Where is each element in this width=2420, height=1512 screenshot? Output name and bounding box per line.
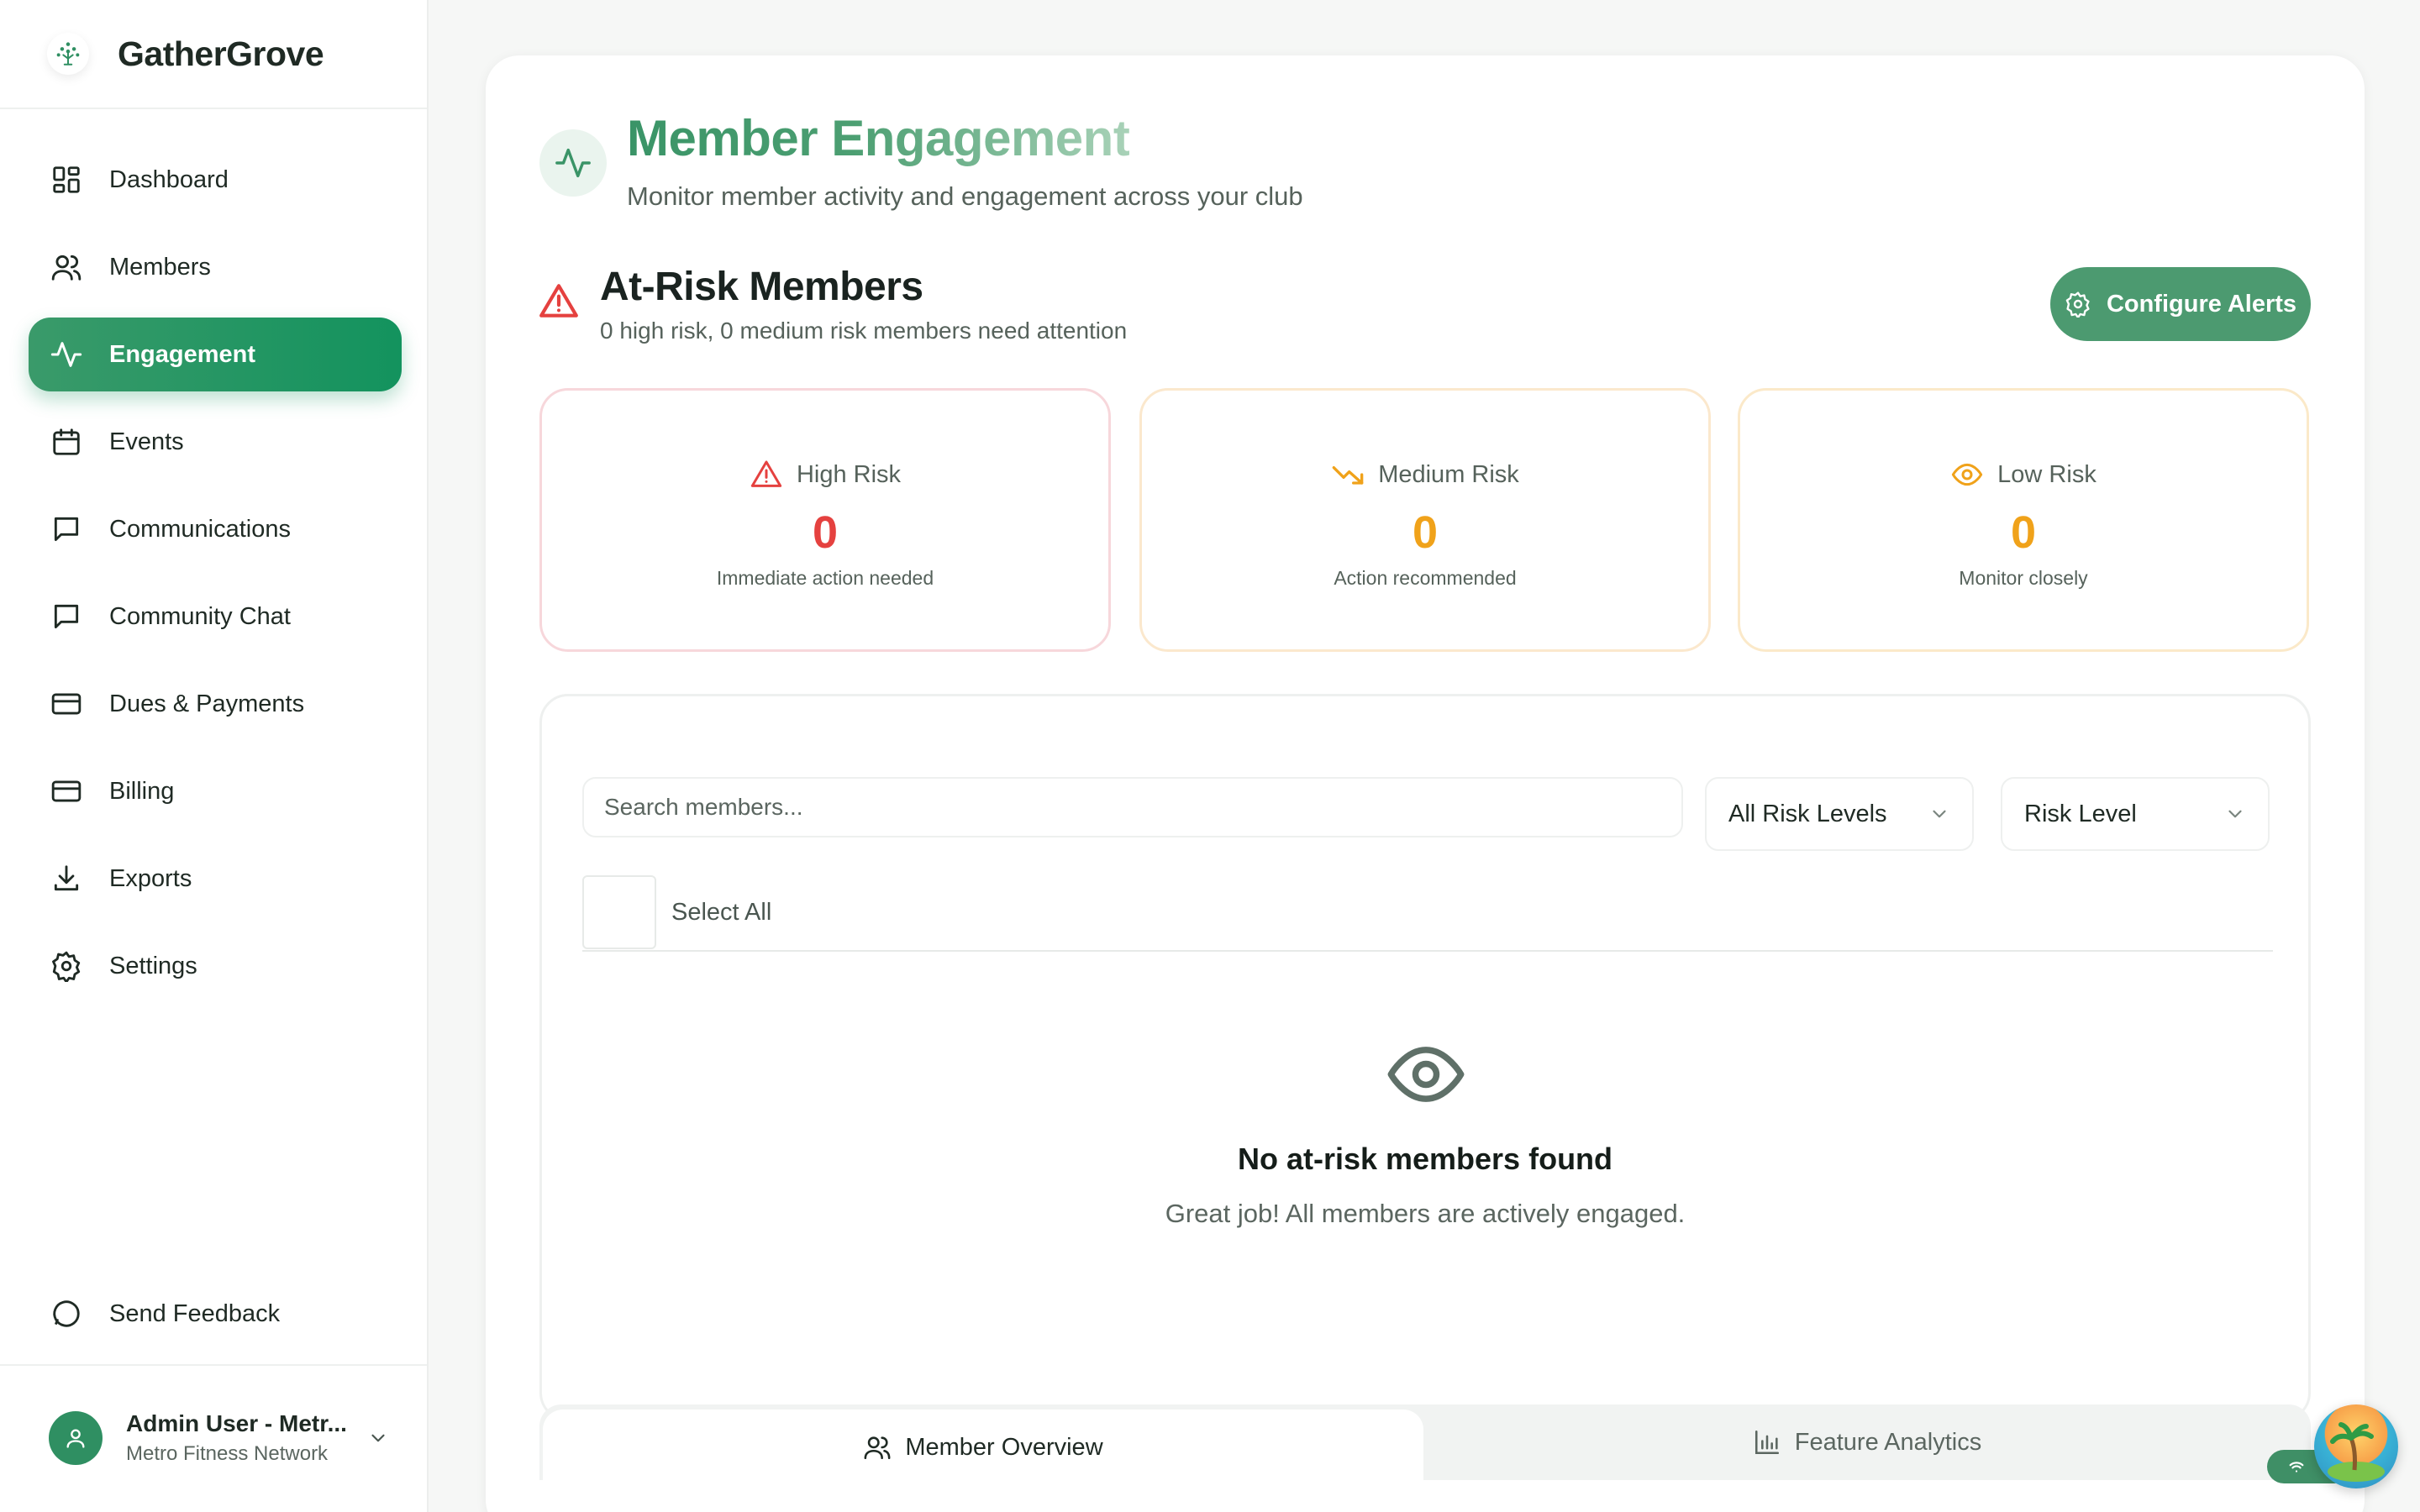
brand-name: GatherGrove [118, 34, 324, 73]
sidebar-divider [0, 1364, 427, 1366]
sidebar-item-engagement[interactable]: Engagement [29, 318, 402, 391]
sidebar-item-settings[interactable]: Settings [29, 929, 402, 1003]
tab-feature-analytics[interactable]: Feature Analytics [1423, 1404, 2311, 1480]
low-risk-card[interactable]: Low Risk 0 Monitor closely [1738, 388, 2309, 652]
stat-header: Low Risk [1950, 458, 2096, 491]
stat-value: 0 [1412, 507, 1439, 558]
select-value: All Risk Levels [1728, 800, 1887, 827]
stat-label: Low Risk [1997, 460, 2096, 488]
send-feedback-label: Send Feedback [109, 1299, 281, 1327]
stat-description: Action recommended [1334, 567, 1517, 589]
message-square-icon [49, 599, 84, 634]
trending-down-icon [1331, 458, 1365, 491]
tab-label: Member Overview [905, 1433, 1103, 1461]
bar-chart-icon [1753, 1428, 1781, 1457]
at-risk-list-panel: All Risk Levels Risk Level Select All No… [539, 694, 2311, 1421]
download-icon [49, 861, 84, 896]
eye-icon [1384, 1032, 1468, 1116]
sidebar-item-communications[interactable]: Communications [29, 492, 402, 566]
search-input[interactable] [582, 777, 1683, 837]
sidebar-item-events[interactable]: Events [29, 405, 402, 479]
sidebar-item-label: Engagement [109, 340, 256, 368]
eye-icon [1950, 458, 1984, 491]
page-subtitle: Monitor member activity and engagement a… [627, 181, 1303, 211]
activity-icon [539, 129, 607, 197]
chevron-down-icon [361, 1421, 395, 1455]
stat-description: Immediate action needed [716, 567, 934, 589]
sidebar-item-dashboard[interactable]: Dashboard [29, 143, 402, 217]
dashboard-icon [49, 162, 84, 197]
stat-header: High Risk [750, 458, 901, 491]
configure-alerts-label: Configure Alerts [2106, 290, 2297, 318]
message-circle-icon [49, 1296, 84, 1331]
sidebar-item-label: Community Chat [109, 602, 291, 630]
avatar [49, 1411, 103, 1465]
user-org: Metro Fitness Network [126, 1442, 329, 1465]
select-all-label[interactable]: Select All [671, 899, 771, 927]
tree-logo-icon [47, 33, 89, 75]
stat-value: 0 [2010, 507, 2037, 558]
at-risk-summary: 0 high risk, 0 medium risk members need … [600, 318, 1128, 344]
island-mascot-badge-icon[interactable] [2314, 1404, 2398, 1488]
user-name: Admin User - Metr... [126, 1410, 347, 1436]
calendar-icon [49, 424, 84, 459]
sidebar-item-label: Dashboard [109, 165, 229, 193]
gear-icon [2065, 291, 2091, 318]
stat-description: Monitor closely [1959, 567, 2088, 589]
configure-alerts-button[interactable]: Configure Alerts [2050, 267, 2311, 341]
sidebar-item-label: Events [109, 428, 184, 455]
credit-card-icon [49, 686, 84, 722]
tab-label: Feature Analytics [1794, 1428, 1982, 1456]
sort-by-select[interactable]: Risk Level [2001, 777, 2270, 851]
users-icon [863, 1433, 892, 1462]
tab-member-overview[interactable]: Member Overview [543, 1410, 1423, 1485]
user-menu[interactable]: Admin User - Metr... Metro Fitness Netwo… [29, 1386, 402, 1490]
sidebar-item-label: Dues & Payments [109, 690, 305, 717]
sidebar: GatherGrove Dashboard Members Engagement… [0, 0, 429, 1512]
sidebar-item-label: Communications [109, 515, 291, 543]
medium-risk-card[interactable]: Medium Risk 0 Action recommended [1139, 388, 1711, 652]
sidebar-item-label: Exports [109, 864, 192, 892]
empty-state-title: No at-risk members found [1237, 1142, 1613, 1176]
select-all-row: Select All [582, 874, 2273, 952]
page-title: Member Engagement [627, 110, 1130, 166]
message-square-icon [49, 512, 84, 547]
brand: GatherGrove [0, 0, 427, 109]
stat-value: 0 [812, 507, 839, 558]
gear-icon [49, 948, 84, 984]
stat-label: Medium Risk [1378, 460, 1519, 488]
send-feedback-button[interactable]: Send Feedback [29, 1277, 402, 1351]
sidebar-item-members[interactable]: Members [29, 230, 402, 304]
wifi-icon [2287, 1457, 2306, 1476]
main-panel: Member Engagement Monitor member activit… [486, 55, 2365, 1512]
user-info: Admin User - Metr... Metro Fitness Netwo… [126, 1410, 361, 1466]
chevron-down-icon [2224, 803, 2246, 825]
empty-state-subtitle: Great job! All members are actively enga… [1165, 1199, 1686, 1228]
sidebar-item-label: Billing [109, 777, 175, 805]
alert-triangle-icon [750, 458, 783, 491]
high-risk-card[interactable]: High Risk 0 Immediate action needed [539, 388, 1111, 652]
sidebar-item-community-chat[interactable]: Community Chat [29, 580, 402, 654]
sidebar-item-label: Members [109, 253, 211, 281]
alert-triangle-icon [538, 281, 580, 323]
sidebar-item-label: Settings [109, 952, 197, 979]
sidebar-item-billing[interactable]: Billing [29, 754, 402, 828]
select-value: Risk Level [2024, 800, 2137, 827]
risk-level-filter-select[interactable]: All Risk Levels [1705, 777, 1974, 851]
users-icon [49, 249, 84, 285]
credit-card-icon [49, 774, 84, 809]
stat-label: High Risk [796, 460, 902, 488]
stat-header: Medium Risk [1331, 458, 1519, 491]
at-risk-title: At-Risk Members [600, 265, 923, 309]
select-all-checkbox[interactable] [582, 875, 656, 949]
sidebar-nav: Dashboard Members Engagement Events Comm… [29, 143, 402, 1016]
activity-icon [49, 337, 84, 372]
sidebar-item-dues-payments[interactable]: Dues & Payments [29, 667, 402, 741]
sidebar-item-exports[interactable]: Exports [29, 842, 402, 916]
chevron-down-icon [1928, 803, 1950, 825]
view-tabs: Member Overview Feature Analytics [539, 1404, 2311, 1485]
